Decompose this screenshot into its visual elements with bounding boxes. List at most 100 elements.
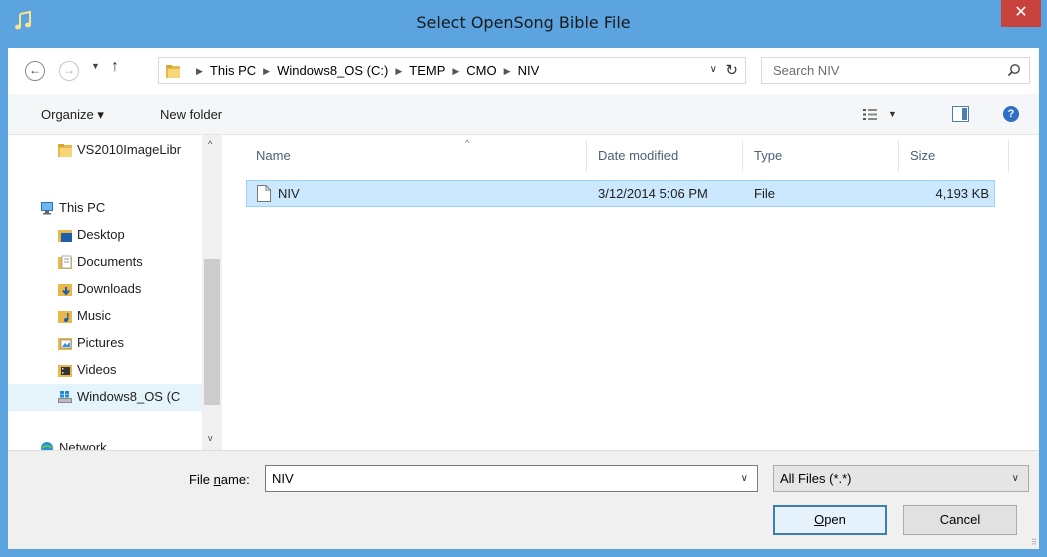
- column-divider[interactable]: [898, 140, 899, 172]
- sidebar-item-windows8-os[interactable]: Windows8_OS (C: [8, 384, 202, 411]
- close-icon: ✕: [1014, 4, 1028, 21]
- preview-pane-icon[interactable]: [952, 106, 969, 122]
- resize-grip-icon[interactable]: ⠿: [1031, 538, 1037, 547]
- sidebar-item-this-pc[interactable]: This PC: [8, 195, 202, 222]
- chevron-down-icon: ∨: [709, 64, 717, 75]
- cancel-button[interactable]: Cancel: [903, 505, 1017, 535]
- sidebar-item-pictures[interactable]: Pictures: [8, 330, 202, 357]
- chevron-down-icon[interactable]: ∨: [741, 473, 748, 484]
- breadcrumb-separator-icon[interactable]: ▶: [263, 66, 270, 76]
- column-divider[interactable]: [586, 140, 587, 172]
- file-list: ^ Name Date modified Type Size NIV 3/12/…: [222, 135, 1039, 450]
- breadcrumb-item[interactable]: Windows8_OS (C:): [277, 63, 388, 78]
- column-divider[interactable]: [742, 140, 743, 172]
- breadcrumb-separator-icon: ▶: [196, 66, 203, 76]
- sidebar-item-videos[interactable]: Videos: [8, 357, 202, 384]
- window-title: Select OpenSong Bible File: [416, 13, 631, 32]
- navigation-pane: VS2010ImageLibr This PC Desktop Document…: [8, 135, 222, 450]
- address-bar[interactable]: ▶ This PC ▶ Windows8_OS (C:) ▶ TEMP ▶ CMO ▶ NIV ∨…: [158, 57, 746, 84]
- folder-icon: [166, 65, 180, 78]
- file-date-cell: 3/12/2014 5:06 PM: [598, 186, 708, 201]
- sidebar-item-label: Network: [59, 440, 107, 450]
- breadcrumb-item[interactable]: TEMP: [409, 63, 445, 78]
- refresh-button[interactable]: ↻: [725, 61, 738, 79]
- help-icon[interactable]: ?: [1003, 106, 1019, 122]
- sidebar-item-vs2010imagelibrary[interactable]: VS2010ImageLibr: [8, 137, 202, 164]
- column-header-date-modified[interactable]: Date modified: [598, 148, 678, 163]
- forward-arrow-icon: →: [63, 63, 75, 77]
- address-history-button[interactable]: ∨: [710, 64, 717, 75]
- organize-menu-button[interactable]: Organize ▾: [41, 107, 104, 123]
- refresh-icon: ↻: [725, 62, 738, 79]
- downloads-folder-icon: [58, 284, 72, 296]
- title-bar[interactable]: Select OpenSong Bible File ✕: [0, 0, 1047, 48]
- scroll-up-icon[interactable]: ^: [208, 139, 212, 149]
- breadcrumb-separator-icon[interactable]: ▶: [452, 66, 459, 76]
- sidebar-item-downloads[interactable]: Downloads: [8, 276, 202, 303]
- scroll-down-icon[interactable]: v: [208, 433, 213, 443]
- recent-locations-button[interactable]: ▼: [91, 61, 100, 71]
- desktop-folder-icon: [58, 230, 72, 242]
- search-icon[interactable]: [1007, 63, 1021, 77]
- file-name-label-accesskey: n: [213, 472, 221, 487]
- drive-icon: [58, 391, 72, 403]
- open-button[interactable]: Open: [773, 505, 887, 535]
- new-folder-button[interactable]: New folder: [160, 107, 222, 122]
- sidebar-item-label: Windows8_OS (C: [77, 389, 181, 404]
- videos-folder-icon: [58, 365, 72, 377]
- chevron-down-icon: ▼: [91, 61, 100, 71]
- network-icon: [41, 442, 53, 450]
- open-accesskey: O: [814, 512, 825, 527]
- column-header-size[interactable]: Size: [910, 148, 935, 163]
- search-input[interactable]: Search NIV: [773, 63, 839, 78]
- sidebar-scrollbar[interactable]: ^ v: [202, 135, 222, 450]
- breadcrumb: ▶ This PC ▶ Windows8_OS (C:) ▶ TEMP ▶ CMO ▶ NIV: [189, 63, 539, 78]
- view-options-button[interactable]: ▼: [888, 109, 897, 119]
- navigation-row: ← → ▼ ↑ ▶ This PC ▶ Windows8_OS (C:) ▶ TEMP ▶ C…: [8, 48, 1039, 94]
- sidebar-item-label: Videos: [77, 362, 117, 377]
- breadcrumb-item[interactable]: CMO: [466, 63, 496, 78]
- file-icon: [257, 185, 271, 202]
- file-type-select[interactable]: All Files (*.*) ∨: [773, 465, 1029, 492]
- sidebar-item-label: VS2010ImageLibr: [77, 142, 182, 157]
- sidebar-item-music[interactable]: Music: [8, 303, 202, 330]
- sidebar-item-label: Pictures: [77, 335, 124, 350]
- view-details-icon[interactable]: [863, 109, 877, 120]
- search-box[interactable]: Search NIV: [761, 57, 1030, 84]
- column-divider[interactable]: [1008, 140, 1009, 172]
- pictures-folder-icon: [58, 338, 72, 350]
- column-header-name[interactable]: Name: [256, 148, 291, 163]
- sidebar-item-desktop[interactable]: Desktop: [8, 222, 202, 249]
- documents-folder-icon: [58, 255, 72, 269]
- forward-button[interactable]: →: [59, 61, 79, 81]
- table-row[interactable]: NIV 3/12/2014 5:06 PM File 4,193 KB: [246, 180, 995, 207]
- chevron-down-icon: ▼: [888, 109, 897, 119]
- file-size-cell: 4,193 KB: [935, 186, 990, 201]
- back-arrow-icon: ←: [29, 63, 41, 77]
- back-button[interactable]: ←: [25, 61, 45, 81]
- up-button[interactable]: ↑: [111, 58, 119, 76]
- file-name-label: File name:: [189, 472, 250, 487]
- close-button[interactable]: ✕: [1001, 0, 1041, 27]
- open-label: pen: [824, 512, 846, 527]
- dialog-footer: File name: NIV ∨ All Files (*.*) ∨ Open …: [8, 450, 1039, 549]
- file-name-value[interactable]: NIV: [272, 471, 294, 486]
- breadcrumb-separator-icon[interactable]: ▶: [504, 66, 511, 76]
- scrollbar-thumb[interactable]: [204, 259, 220, 405]
- breadcrumb-separator-icon[interactable]: ▶: [395, 66, 402, 76]
- file-name-label-part: ame:: [220, 472, 250, 487]
- breadcrumb-item[interactable]: This PC: [210, 63, 256, 78]
- sidebar-item-label: Downloads: [77, 281, 142, 296]
- folder-icon: [58, 144, 72, 157]
- sidebar-item-documents[interactable]: Documents: [8, 249, 202, 276]
- breadcrumb-item[interactable]: NIV: [518, 63, 540, 78]
- file-name-field[interactable]: NIV ∨: [265, 465, 758, 492]
- sidebar-item-label: Music: [77, 308, 111, 323]
- sidebar-item-network[interactable]: Network: [8, 435, 202, 450]
- sort-ascending-icon: ^: [465, 138, 470, 148]
- music-folder-icon: [58, 311, 72, 323]
- sidebar-item-label: Desktop: [77, 227, 125, 242]
- sidebar-item-label: Documents: [77, 254, 143, 269]
- dialog-client: ← → ▼ ↑ ▶ This PC ▶ Windows8_OS (C:) ▶ TEMP ▶ C…: [8, 48, 1039, 549]
- column-header-type[interactable]: Type: [754, 148, 782, 163]
